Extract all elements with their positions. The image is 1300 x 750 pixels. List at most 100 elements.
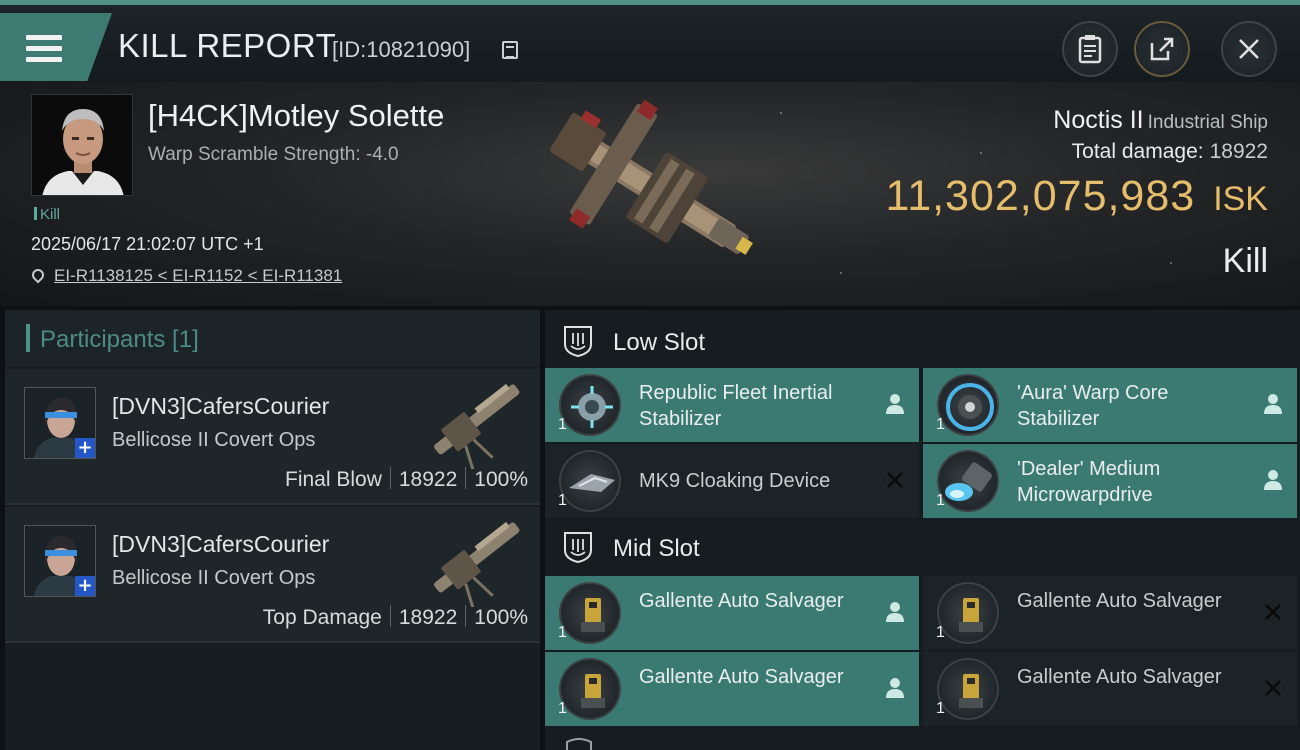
next-slot-header-partial [545,738,1300,750]
module-qty: 1 [558,416,567,433]
warp-scramble-strength: Warp Scramble Strength: -4.0 [148,144,399,165]
slot-shield-icon [564,326,592,358]
participants-header: Participants [1] [5,310,540,366]
participants-panel: Participants [1] + [DVN3]CafersCourier B… [5,310,540,750]
x-icon [1265,680,1281,696]
module-name: Republic Fleet Inertial Stabilizer [639,382,833,430]
victim-avatar [32,95,132,195]
module-item[interactable]: 1 MK9 Cloaking Device [545,444,919,518]
module-icon [937,374,999,436]
module-icon [937,658,999,720]
participant-damage: 18922 [398,468,458,491]
slot-shield-icon [566,738,592,750]
module-name: 'Dealer' Medium Microwarpdrive [1017,458,1161,506]
module-icon [937,450,999,512]
ship-name[interactable]: Noctis II Industrial Ship [1053,106,1268,135]
module-icon [937,582,999,644]
page-title: KILL REPORT [118,27,337,64]
module-qty: 1 [558,492,567,509]
fitting-panel: Low Slot 1 Republic Fleet Inertial Stabi… [545,310,1300,750]
module-qty: 1 [936,416,945,433]
close-icon [1239,39,1259,59]
header-bar: KILL REPORT [ID:10821090] [0,0,1300,82]
module-item[interactable]: 1 'Dealer' Medium Microwarpdrive [923,444,1297,518]
module-item[interactable]: 1 Gallente Auto Salvager [923,652,1297,726]
person-icon [1264,470,1282,490]
module-item[interactable]: 1 Republic Fleet Inertial Stabilizer [545,368,919,442]
module-item[interactable]: 1 'Aura' Warp Core Stabilizer [923,368,1297,442]
participant-avatar[interactable]: + [24,387,96,459]
participant-role: Top Damage [262,606,382,629]
participant-row[interactable]: + [DVN3]CafersCourier Bellicose II Cover… [5,507,540,643]
module-name: Gallente Auto Salvager [1017,666,1222,688]
kill-tag: Kill [34,206,60,223]
participant-ship: Bellicose II Covert Ops [112,429,316,451]
low-slot-header: Low Slot [545,312,1300,370]
participant-ship: Bellicose II Covert Ops [112,567,316,589]
participant-name[interactable]: [DVN3]CafersCourier [112,393,329,420]
copy-icon[interactable] [502,41,518,59]
module-name: Gallente Auto Salvager [639,590,844,612]
x-icon [887,472,903,488]
clipboard-icon [1078,35,1102,64]
ship-name-text: Noctis II [1053,106,1144,134]
hamburger-icon [26,35,62,63]
total-damage: Total damage: 18922 [1072,140,1268,164]
close-button[interactable] [1221,21,1277,77]
victim-banner: [H4CK]Motley Solette Warp Scramble Stren… [0,82,1300,306]
module-qty: 1 [936,624,945,641]
person-icon [1264,394,1282,414]
isk-amount: 11,302,075,983 [885,172,1196,220]
participant-role: Final Blow [285,468,382,491]
person-icon [886,394,904,414]
module-item[interactable]: 1 Gallente Auto Salvager [545,652,919,726]
x-icon [1265,604,1281,620]
module-qty: 1 [936,492,945,509]
kill-datetime: 2025/06/17 21:02:07 UTC +1 [31,234,264,254]
slot-shield-icon [564,532,592,564]
module-name: MK9 Cloaking Device [639,470,831,492]
isk-unit: ISK [1213,180,1268,218]
person-icon [886,602,904,622]
mid-slot-header: Mid Slot [545,518,1300,576]
share-button[interactable] [1134,21,1190,77]
isk-value: 11,302,075,983 ISK [885,172,1268,221]
low-slot-label: Low Slot [613,329,706,356]
menu-button[interactable] [0,13,112,81]
total-damage-label: Total damage: [1071,140,1204,163]
participant-damage: 18922 [398,606,458,629]
module-name: 'Aura' Warp Core Stabilizer [1017,382,1169,430]
participant-avatar[interactable]: + [24,525,96,597]
module-icon [559,450,621,512]
participant-ship-image[interactable] [423,511,533,607]
person-icon [886,678,904,698]
module-item[interactable]: 1 Gallente Auto Salvager [545,576,919,650]
module-item[interactable]: 1 Gallente Auto Salvager [923,576,1297,650]
mid-slot-label: Mid Slot [613,535,700,562]
module-icon [559,374,621,436]
participant-stats: Final Blow 18922 100% [285,467,528,492]
location-link[interactable]: EI-R1138125 < EI-R1152 < EI-R11381 [29,266,342,286]
total-damage-value: 18922 [1209,140,1268,163]
victim-portrait[interactable] [31,94,133,196]
module-name: Gallente Auto Salvager [639,666,844,688]
location-path[interactable]: EI-R1138125 < EI-R1152 < EI-R11381 [54,266,342,285]
ship-class: Industrial Ship [1147,112,1268,133]
kill-result: Kill [1222,242,1268,280]
share-icon [1150,37,1174,61]
add-contact-icon[interactable]: + [75,576,95,596]
victim-name[interactable]: [H4CK]Motley Solette [148,98,444,134]
clipboard-button[interactable] [1062,21,1118,77]
participant-percent: 100% [474,468,528,491]
participant-ship-image[interactable] [423,373,533,469]
participants-label: Participants [1] [40,326,199,353]
module-name: Gallente Auto Salvager [1017,590,1222,612]
module-qty: 1 [558,700,567,717]
participant-percent: 100% [474,606,528,629]
participant-row[interactable]: + [DVN3]CafersCourier Bellicose II Cover… [5,369,540,505]
participant-stats: Top Damage 18922 100% [263,605,528,630]
victim-ship-image[interactable] [525,92,775,282]
add-contact-icon[interactable]: + [75,438,95,458]
location-pin-icon [29,266,47,284]
participant-name[interactable]: [DVN3]CafersCourier [112,531,329,558]
